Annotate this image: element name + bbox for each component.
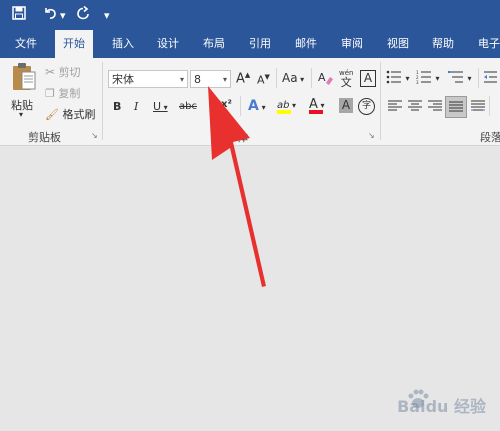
grow-font-icon: A bbox=[236, 71, 245, 87]
align-center-button[interactable] bbox=[408, 100, 422, 115]
format-painter-button[interactable]: 🖌 格式刷 bbox=[45, 106, 95, 122]
distributed-icon bbox=[471, 100, 485, 111]
phonetic-guide-button[interactable]: wén 文 bbox=[339, 69, 353, 89]
cut-button[interactable]: ✂ 剪切 bbox=[45, 64, 81, 80]
tab-insert[interactable]: 插入 bbox=[104, 30, 142, 58]
align-left-button[interactable] bbox=[388, 100, 402, 115]
font-name-value: 宋体 bbox=[112, 73, 134, 86]
highlighter-icon: ab bbox=[277, 100, 290, 111]
redo-icon[interactable] bbox=[76, 5, 90, 25]
font-color-button[interactable]: A ▾ bbox=[309, 97, 324, 114]
tab-help[interactable]: 帮助 bbox=[424, 30, 462, 58]
chevron-down-icon: ▾ bbox=[179, 75, 184, 84]
tab-review[interactable]: 审阅 bbox=[333, 30, 371, 58]
italic-button[interactable]: I bbox=[134, 100, 138, 113]
justify-icon bbox=[449, 101, 463, 112]
align-center-icon bbox=[408, 100, 422, 111]
group-divider bbox=[478, 68, 479, 88]
multilevel-list-button[interactable]: ▾ bbox=[448, 70, 472, 87]
font-group-label: 字体 bbox=[226, 131, 248, 144]
copy-button[interactable]: ❐ 复制 bbox=[45, 85, 80, 101]
justify-button[interactable] bbox=[445, 96, 467, 118]
cut-label: 剪切 bbox=[58, 66, 81, 79]
numbering-button[interactable]: 123 ▾ bbox=[416, 70, 440, 87]
tab-references[interactable]: 引用 bbox=[241, 30, 279, 58]
chevron-down-icon: ▾ bbox=[222, 75, 227, 84]
ribbon-tabs: 文件 开始 插入 设计 布局 引用 邮件 审阅 视图 帮助 电子 bbox=[0, 30, 500, 58]
paste-button[interactable]: 粘贴 ▾ bbox=[8, 62, 40, 122]
format-painter-icon: 🖌 bbox=[45, 108, 59, 121]
group-divider bbox=[489, 96, 490, 116]
align-left-icon bbox=[388, 100, 402, 111]
customize-qat-icon[interactable]: ▾ bbox=[104, 6, 110, 26]
change-case-button[interactable]: Aa ▾ bbox=[282, 71, 304, 85]
character-border-button[interactable]: A bbox=[360, 70, 376, 87]
multilevel-list-icon bbox=[448, 71, 463, 83]
clipboard-launcher-icon[interactable]: ↘ bbox=[91, 131, 98, 140]
tab-design[interactable]: 设计 bbox=[149, 30, 187, 58]
decrease-indent-icon bbox=[484, 71, 497, 83]
align-right-icon bbox=[428, 100, 442, 111]
paragraph-group-label: 段落 bbox=[480, 131, 500, 144]
eraser-icon: A bbox=[318, 71, 333, 85]
group-divider bbox=[380, 62, 381, 140]
title-bar: ▾ ▾ bbox=[0, 0, 500, 30]
superscript-button[interactable]: x² bbox=[221, 99, 232, 110]
font-size-combo[interactable]: 8 ▾ bbox=[190, 70, 231, 88]
watermark-text: Baidu 经验 bbox=[397, 397, 486, 416]
group-divider bbox=[102, 62, 103, 140]
ribbon-home: 粘贴 ▾ ✂ 剪切 ❐ 复制 🖌 格式刷 剪贴板 ↘ 宋体 ▾ 8 ▾ A▲ A… bbox=[0, 58, 500, 146]
svg-text:3: 3 bbox=[416, 80, 419, 84]
paste-dropdown-icon[interactable]: ▾ bbox=[19, 110, 23, 119]
numbered-list-icon: 123 bbox=[416, 70, 431, 85]
tab-layout[interactable]: 布局 bbox=[195, 30, 233, 58]
font-size-value: 8 bbox=[194, 73, 201, 86]
format-painter-label: 格式刷 bbox=[62, 108, 96, 121]
svg-text:A: A bbox=[318, 71, 326, 84]
tab-view[interactable]: 视图 bbox=[379, 30, 417, 58]
tab-file[interactable]: 文件 bbox=[7, 30, 45, 58]
phonetic-char-icon: 文 bbox=[340, 76, 352, 89]
font-color-icon: A bbox=[309, 97, 318, 112]
character-shading-button[interactable]: A bbox=[339, 98, 353, 113]
bullets-button[interactable]: ▾ bbox=[386, 70, 410, 87]
clear-formatting-button[interactable]: A bbox=[318, 70, 334, 89]
tab-electronic[interactable]: 电子 bbox=[470, 30, 500, 58]
shrink-font-button[interactable]: A▼ bbox=[257, 73, 270, 87]
paste-icon bbox=[13, 63, 36, 90]
bold-button[interactable]: B bbox=[113, 100, 121, 113]
save-icon[interactable] bbox=[12, 5, 26, 25]
font-name-combo[interactable]: 宋体 ▾ bbox=[108, 70, 188, 88]
clipboard-group-label: 剪贴板 bbox=[28, 131, 61, 144]
strikethrough-button[interactable]: abc bbox=[179, 101, 197, 112]
distributed-button[interactable] bbox=[471, 100, 485, 115]
change-case-icon: Aa bbox=[282, 71, 298, 85]
group-divider bbox=[240, 96, 241, 116]
text-effects-button[interactable]: A ▾ bbox=[248, 98, 266, 114]
copy-icon: ❐ bbox=[45, 87, 55, 100]
tab-home[interactable]: 开始 bbox=[55, 30, 93, 58]
undo-icon[interactable] bbox=[43, 5, 57, 25]
text-effects-icon: A bbox=[248, 98, 259, 114]
decrease-indent-button[interactable] bbox=[483, 70, 497, 87]
underline-button[interactable]: U ▾ bbox=[153, 100, 168, 113]
align-right-button[interactable] bbox=[428, 100, 442, 115]
undo-dropdown-icon[interactable]: ▾ bbox=[60, 6, 66, 26]
bullet-list-icon bbox=[386, 70, 401, 84]
highlight-button[interactable]: ab ▾ bbox=[277, 98, 296, 114]
enclose-characters-button[interactable]: 字 bbox=[358, 98, 375, 115]
group-divider bbox=[311, 68, 312, 88]
underline-label: U bbox=[153, 100, 162, 113]
font-launcher-icon[interactable]: ↘ bbox=[368, 131, 375, 140]
scissors-icon: ✂ bbox=[45, 65, 56, 79]
tab-mailings[interactable]: 邮件 bbox=[287, 30, 325, 58]
grow-font-button[interactable]: A▲ bbox=[236, 71, 250, 86]
shrink-font-icon: A bbox=[257, 73, 265, 87]
group-divider bbox=[276, 68, 277, 88]
copy-label: 复制 bbox=[58, 87, 81, 100]
